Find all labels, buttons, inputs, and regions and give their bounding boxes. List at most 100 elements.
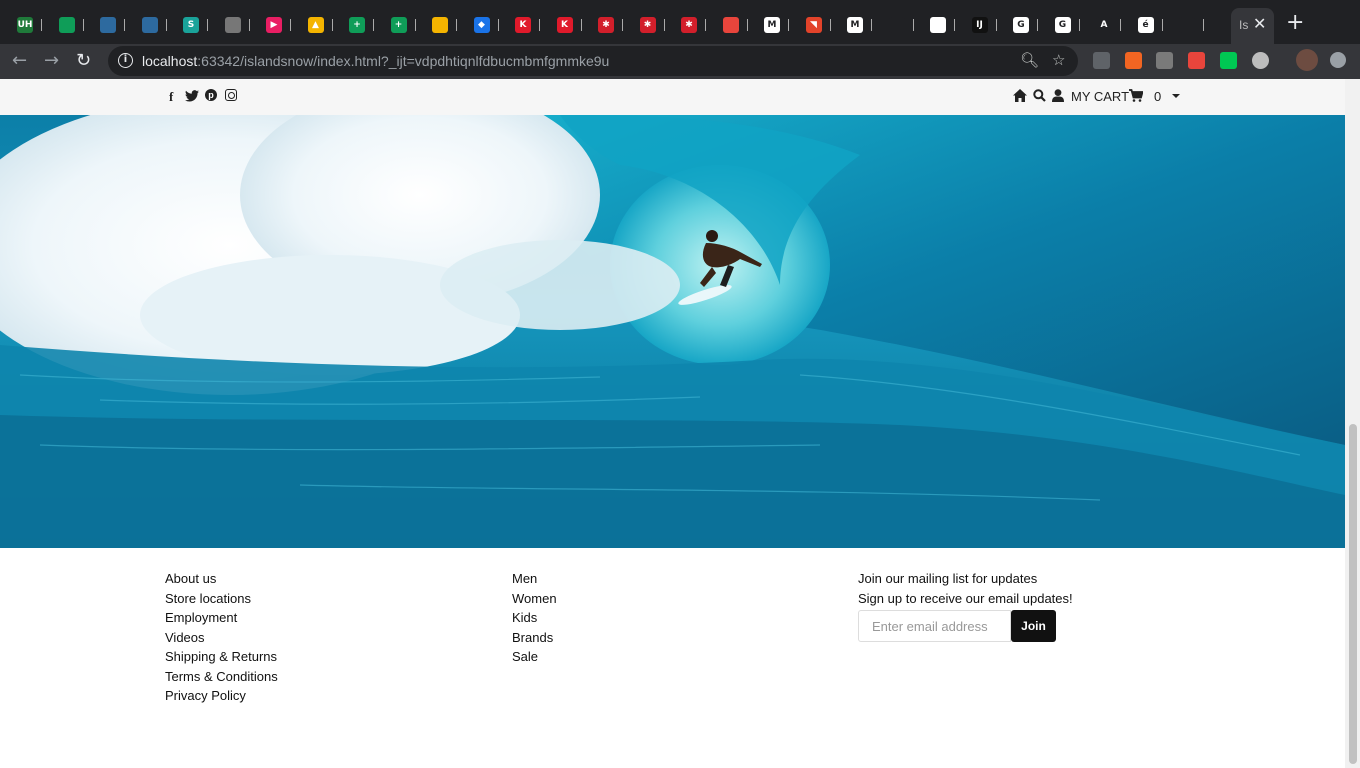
book-icon xyxy=(224,17,241,33)
new-tab-button[interactable]: + xyxy=(1286,10,1304,35)
scrollbar-thumb[interactable] xyxy=(1349,424,1357,764)
gitlab-icon: ◥ xyxy=(805,17,822,33)
tab-separator xyxy=(1037,19,1038,31)
join-button[interactable]: Join xyxy=(1011,610,1056,642)
footer-link-women[interactable]: Women xyxy=(512,589,557,609)
tab-separator xyxy=(497,19,499,31)
browser-tab[interactable] xyxy=(930,9,955,41)
browser-tab[interactable]: S xyxy=(183,9,208,41)
mail-extension-icon[interactable] xyxy=(1093,52,1110,69)
tab-separator xyxy=(871,19,872,31)
url-text[interactable]: localhost:63342/islandsnow/index.html?_i… xyxy=(142,53,609,69)
twitter-icon[interactable] xyxy=(185,90,199,102)
browser-tab[interactable] xyxy=(58,9,84,41)
footer-link-videos[interactable]: Videos xyxy=(165,628,278,648)
box-extension-icon[interactable] xyxy=(1188,52,1205,69)
pinterest-icon[interactable]: p xyxy=(205,89,217,101)
browser-tab[interactable] xyxy=(722,9,748,41)
play-icon: ▶ xyxy=(266,17,282,33)
browser-tab[interactable]: M xyxy=(764,9,789,41)
browser-tab[interactable]: ▲ xyxy=(307,9,333,41)
footer-link-employment[interactable]: Employment xyxy=(165,608,278,628)
rss-extension-icon[interactable] xyxy=(1125,52,1142,69)
browser-tab[interactable] xyxy=(1179,9,1204,41)
tab-separator xyxy=(995,19,997,31)
email-input[interactable] xyxy=(858,610,1011,642)
reload-icon[interactable]: ↻ xyxy=(76,50,91,71)
globe-icon xyxy=(930,17,946,33)
browser-toolbar: ← → ↻ i localhost:63342/islandsnow/index… xyxy=(0,44,1360,79)
tab-separator xyxy=(1161,19,1163,31)
square-icon xyxy=(141,17,158,33)
instagram-icon[interactable] xyxy=(225,89,237,101)
site-info-icon[interactable]: i xyxy=(118,53,133,68)
sheet-icon: + xyxy=(390,17,407,33)
browser-tab[interactable] xyxy=(141,9,167,41)
tab-separator xyxy=(82,19,84,31)
puzzle-extension-icon[interactable] xyxy=(1252,52,1269,69)
browser-tab[interactable]: + xyxy=(390,9,416,41)
browser-tab[interactable]: ✱ xyxy=(598,9,623,41)
footer-link-brands[interactable]: Brands xyxy=(512,628,557,648)
browser-tab[interactable]: IJ xyxy=(971,9,997,41)
footer-link-about-us[interactable]: About us xyxy=(165,569,278,589)
browser-tab[interactable]: A xyxy=(1096,9,1121,41)
update-icon[interactable] xyxy=(1330,52,1346,68)
active-tab[interactable]: Is ✕ xyxy=(1231,8,1274,44)
profile-avatar[interactable] xyxy=(1296,49,1318,71)
tab-separator xyxy=(622,19,623,31)
square-icon xyxy=(100,17,116,33)
account-icon[interactable] xyxy=(1052,89,1064,102)
tab-separator xyxy=(1203,19,1204,31)
browser-tab[interactable]: G xyxy=(1054,9,1080,41)
google-icon: G xyxy=(1013,17,1029,33)
github-icon xyxy=(1179,17,1195,33)
tab-separator xyxy=(954,19,955,31)
browser-tab[interactable]: G xyxy=(1013,9,1038,41)
search-icon[interactable] xyxy=(1033,89,1046,102)
browser-tab[interactable]: K xyxy=(515,9,540,41)
browser-tab[interactable] xyxy=(224,9,250,41)
back-icon[interactable]: ← xyxy=(12,50,27,71)
browser-tab[interactable]: ◆ xyxy=(473,9,499,41)
browser-tab[interactable]: é xyxy=(1137,9,1163,41)
facebook-icon[interactable]: f xyxy=(169,89,173,105)
bookmark-star-icon[interactable]: ☆ xyxy=(1052,51,1065,69)
browser-tab[interactable]: K xyxy=(556,9,582,41)
footer-link-store-locations[interactable]: Store locations xyxy=(165,589,278,609)
page-scrollbar[interactable] xyxy=(1345,79,1360,768)
browser-tab[interactable] xyxy=(432,9,457,41)
forward-icon[interactable]: → xyxy=(44,50,59,71)
active-tab-title: Is xyxy=(1239,18,1249,32)
green-extension-icon[interactable] xyxy=(1220,52,1237,69)
e-icon: é xyxy=(1137,17,1154,33)
browser-tab[interactable]: ✱ xyxy=(681,9,706,41)
browser-tab[interactable] xyxy=(888,9,914,41)
browser-tab[interactable]: UH xyxy=(17,9,42,41)
footer-link-shipping-returns[interactable]: Shipping & Returns xyxy=(165,647,278,667)
cart-icon[interactable] xyxy=(1129,89,1143,102)
footer-link-men[interactable]: Men xyxy=(512,569,557,589)
footer-link-terms-conditions[interactable]: Terms & Conditions xyxy=(165,667,278,687)
tab-separator xyxy=(663,19,665,31)
tab-close-icon[interactable]: ✕ xyxy=(1253,14,1266,33)
footer-link-sale[interactable]: Sale xyxy=(512,647,557,667)
footer-link-kids[interactable]: Kids xyxy=(512,608,557,628)
clapper-extension-icon[interactable] xyxy=(1156,52,1173,69)
browser-tab[interactable]: + xyxy=(349,9,374,41)
footer-link-privacy-policy[interactable]: Privacy Policy xyxy=(165,686,278,706)
tab-separator xyxy=(912,19,914,31)
s-icon: S xyxy=(183,17,199,33)
tab-separator xyxy=(290,19,291,31)
browser-tab[interactable]: ▶ xyxy=(266,9,291,41)
tab-separator xyxy=(746,19,748,31)
home-icon[interactable] xyxy=(1013,89,1027,102)
address-bar[interactable]: i localhost:63342/islandsnow/index.html?… xyxy=(108,46,1078,76)
cart-dropdown-caret-icon[interactable] xyxy=(1172,94,1180,98)
browser-tab[interactable]: ◥ xyxy=(805,9,831,41)
zoom-icon[interactable]: 🔍︎ xyxy=(1020,51,1039,69)
my-cart-link[interactable]: MY CART xyxy=(1071,89,1129,104)
browser-tab[interactable] xyxy=(100,9,125,41)
browser-tab[interactable]: M xyxy=(847,9,872,41)
browser-tab[interactable]: ✱ xyxy=(639,9,665,41)
